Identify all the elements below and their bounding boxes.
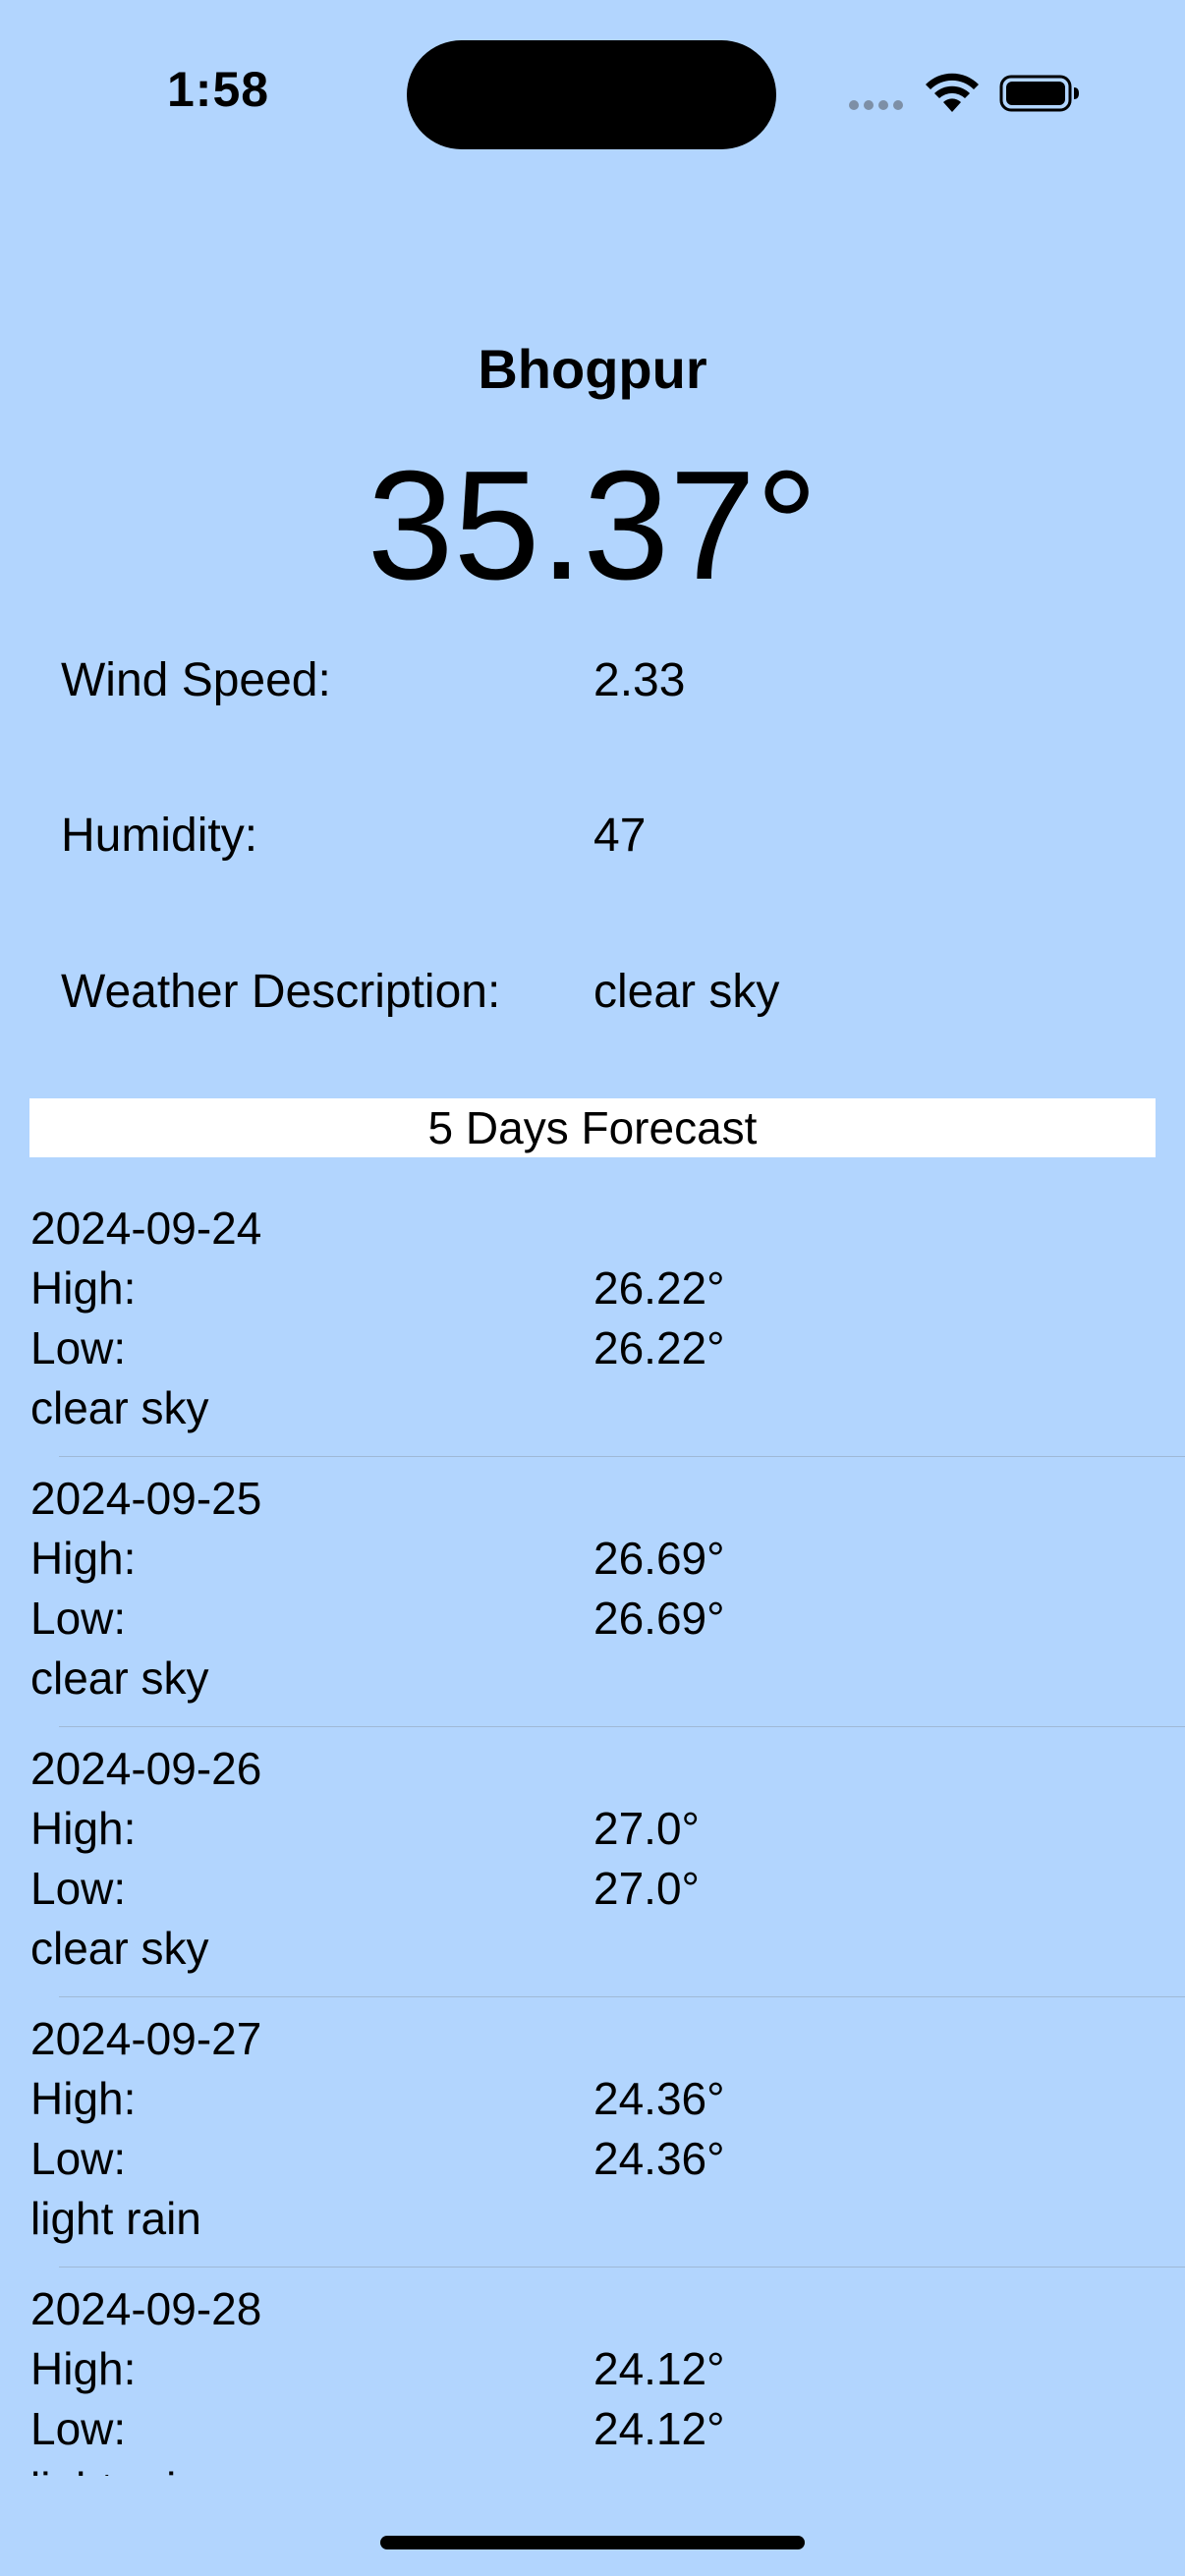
forecast-low-label: Low: bbox=[30, 1322, 127, 1373]
forecast-description: clear sky bbox=[30, 1382, 209, 1433]
city-name: Bhogpur bbox=[478, 338, 707, 400]
dynamic-island bbox=[407, 40, 776, 149]
humidity-value: 47 bbox=[593, 810, 647, 862]
battery-icon bbox=[999, 75, 1079, 112]
wifi-icon bbox=[926, 73, 979, 112]
humidity-label: Humidity: bbox=[61, 810, 258, 862]
forecast-date: 2024-09-24 bbox=[30, 1203, 262, 1254]
forecast-item[interactable]: 2024-09-25 High: 26.69° Low: 26.69° clea… bbox=[0, 1469, 1185, 1739]
weather-description-label: Weather Description: bbox=[61, 966, 501, 1018]
forecast-high-value: 26.22° bbox=[593, 1262, 725, 1314]
forecast-item[interactable]: 2024-09-27 High: 24.36° Low: 24.36° ligh… bbox=[0, 2009, 1185, 2279]
forecast-date: 2024-09-28 bbox=[30, 2283, 262, 2334]
forecast-high-value: 24.36° bbox=[593, 2073, 725, 2124]
forecast-high-value: 24.12° bbox=[593, 2343, 725, 2394]
forecast-low-label: Low: bbox=[30, 2133, 127, 2184]
forecast-low-label: Low: bbox=[30, 1863, 127, 1914]
forecast-description: light rain bbox=[30, 2459, 201, 2476]
forecast-high-label: High: bbox=[30, 1262, 137, 1314]
humidity-row: Humidity: 47 bbox=[61, 809, 1142, 877]
forecast-separator bbox=[59, 1726, 1185, 1727]
weather-description-value: clear sky bbox=[593, 966, 780, 1018]
forecast-high-value: 27.0° bbox=[593, 1803, 700, 1854]
forecast-date: 2024-09-25 bbox=[30, 1473, 262, 1524]
forecast-header: 5 Days Forecast bbox=[29, 1098, 1156, 1157]
weather-description-row: Weather Description: clear sky bbox=[61, 965, 1142, 1034]
forecast-low-value: 24.36° bbox=[593, 2133, 725, 2184]
forecast-item[interactable]: 2024-09-26 High: 27.0° Low: 27.0° clear … bbox=[0, 1739, 1185, 2009]
forecast-description: light rain bbox=[30, 2193, 201, 2244]
forecast-list[interactable]: 2024-09-24 High: 26.22° Low: 26.22° clea… bbox=[0, 1199, 1185, 2476]
forecast-high-label: High: bbox=[30, 2073, 137, 2124]
forecast-separator bbox=[59, 1996, 1185, 1997]
signal-dots-icon bbox=[849, 100, 903, 110]
forecast-separator bbox=[59, 1456, 1185, 1457]
forecast-high-label: High: bbox=[30, 1533, 137, 1584]
forecast-item[interactable]: 2024-09-28 High: 24.12° Low: 24.12° ligh… bbox=[0, 2279, 1185, 2476]
forecast-low-value: 24.12° bbox=[593, 2403, 725, 2454]
forecast-description: clear sky bbox=[30, 1652, 209, 1704]
forecast-high-value: 26.69° bbox=[593, 1533, 725, 1584]
forecast-description: clear sky bbox=[30, 1923, 209, 1974]
wind-speed-value: 2.33 bbox=[593, 654, 686, 706]
wind-speed-label: Wind Speed: bbox=[61, 654, 331, 706]
current-temperature: 35.37° bbox=[367, 439, 818, 612]
forecast-item[interactable]: 2024-09-24 High: 26.22° Low: 26.22° clea… bbox=[0, 1199, 1185, 1469]
forecast-low-value: 26.22° bbox=[593, 1322, 725, 1373]
forecast-date: 2024-09-27 bbox=[30, 2013, 262, 2064]
forecast-low-value: 26.69° bbox=[593, 1593, 725, 1644]
wind-speed-row: Wind Speed: 2.33 bbox=[61, 653, 1142, 722]
forecast-low-label: Low: bbox=[30, 2403, 127, 2454]
status-time: 1:58 bbox=[167, 62, 270, 117]
forecast-separator bbox=[59, 2267, 1185, 2268]
forecast-high-label: High: bbox=[30, 1803, 137, 1854]
forecast-low-label: Low: bbox=[30, 1593, 127, 1644]
forecast-low-value: 27.0° bbox=[593, 1863, 700, 1914]
forecast-high-label: High: bbox=[30, 2343, 137, 2394]
home-indicator[interactable] bbox=[380, 2536, 805, 2549]
forecast-date: 2024-09-26 bbox=[30, 1743, 262, 1794]
